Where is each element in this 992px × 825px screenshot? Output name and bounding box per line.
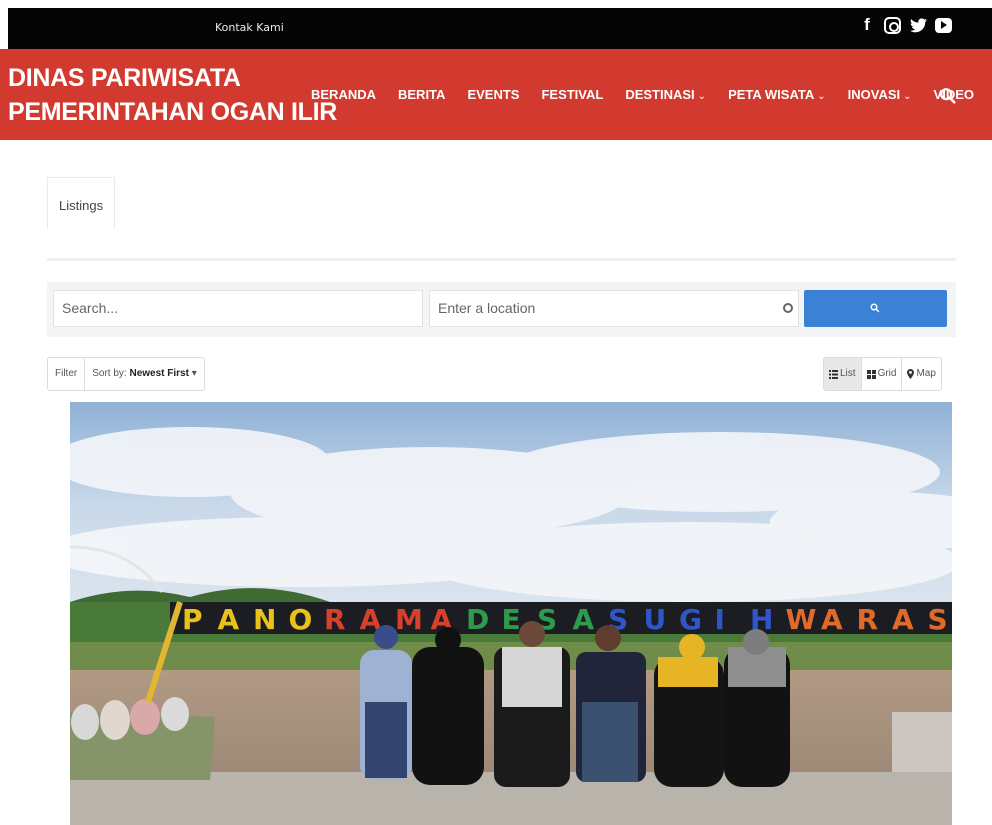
sign-letter: M [395, 603, 423, 636]
nav-item-inovasi[interactable]: INOVASI ⌄ [848, 87, 912, 102]
list-icon [829, 369, 838, 379]
search-input[interactable]: Search... [53, 290, 423, 327]
sort-dropdown[interactable]: Sort by: Newest First ▾ [84, 358, 204, 390]
sign-letter: O [289, 603, 313, 636]
filter-button[interactable]: Filter [48, 358, 84, 390]
sign-letter: U [644, 603, 667, 636]
tab-listings[interactable]: Listings [47, 177, 115, 229]
caret-down-icon: ▾ [191, 368, 197, 379]
location-input[interactable]: Enter a location [429, 290, 799, 327]
view-map-button[interactable]: Map [901, 358, 940, 390]
search-icon[interactable] [939, 87, 957, 105]
main-navbar: DINAS PARIWISATA PEMERINTAHAN OGAN ILIR … [0, 49, 992, 140]
instagram-icon[interactable] [884, 16, 901, 34]
nav-item-peta-wisata[interactable]: PETA WISATA ⌄ [728, 87, 826, 102]
sign-letter: R [324, 603, 346, 636]
chevron-down-icon: ⌄ [817, 91, 826, 102]
nav-item-festival[interactable]: FESTIVAL [541, 87, 603, 102]
grid-icon [866, 369, 876, 379]
view-list-button[interactable]: List [824, 358, 861, 390]
search-icon [870, 303, 880, 313]
search-button[interactable] [804, 290, 947, 327]
locate-icon[interactable] [783, 303, 793, 313]
youtube-icon[interactable] [935, 17, 952, 33]
sign-letter: W [786, 603, 817, 636]
brand-line-2: PEMERINTAHAN OGAN ILIR [8, 98, 338, 126]
sign-letter: A [892, 603, 914, 636]
chevron-down-icon: ⌄ [903, 91, 912, 102]
sign-letter: D [466, 603, 489, 636]
filter-sort-group: Filter Sort by: Newest First ▾ [47, 357, 205, 391]
sign-letter: N [253, 603, 276, 636]
sign-letter: S [928, 603, 948, 636]
panorama-photo-illustration: PANORAMADESASUGIHWARAS [70, 402, 952, 825]
map-pin-icon [907, 369, 915, 379]
sort-value: Newest First [129, 368, 189, 379]
sign-letter: P [182, 603, 203, 636]
brand-line-1: DINAS PARIWISATA [8, 64, 241, 92]
nav-menu: BERANDA BERITA EVENTS FESTIVAL DESTINASI… [311, 87, 992, 102]
nav-item-events[interactable]: EVENTS [467, 87, 519, 102]
social-links: f [858, 14, 952, 36]
sign-letter: R [857, 603, 879, 636]
nav-item-beranda[interactable]: BERANDA [311, 87, 376, 102]
nav-item-berita[interactable]: BERITA [398, 87, 445, 102]
nav-item-destinasi[interactable]: DESTINASI ⌄ [625, 87, 706, 102]
listing-photo[interactable]: PANORAMADESASUGIHWARAS [70, 402, 952, 825]
facebook-icon[interactable]: f [858, 14, 876, 36]
sign-letter: A [218, 603, 240, 636]
sign-letter: A [821, 603, 843, 636]
site-brand[interactable]: DINAS PARIWISATA PEMERINTAHAN OGAN ILIR [8, 61, 337, 129]
chevron-down-icon: ⌄ [697, 91, 707, 102]
view-switcher: List Grid Map [823, 357, 942, 391]
sign-letter: I [715, 603, 725, 636]
twitter-icon[interactable] [909, 14, 927, 36]
sign-letter: E [502, 603, 521, 636]
top-bar: Kontak Kami f [8, 8, 992, 49]
divider [47, 258, 956, 261]
sign-letter: A [573, 603, 595, 636]
tab-listings-label: Listings [59, 198, 104, 213]
view-grid-button[interactable]: Grid [860, 358, 902, 390]
sign-letter: G [679, 603, 702, 636]
contact-link[interactable]: Kontak Kami [215, 21, 284, 34]
